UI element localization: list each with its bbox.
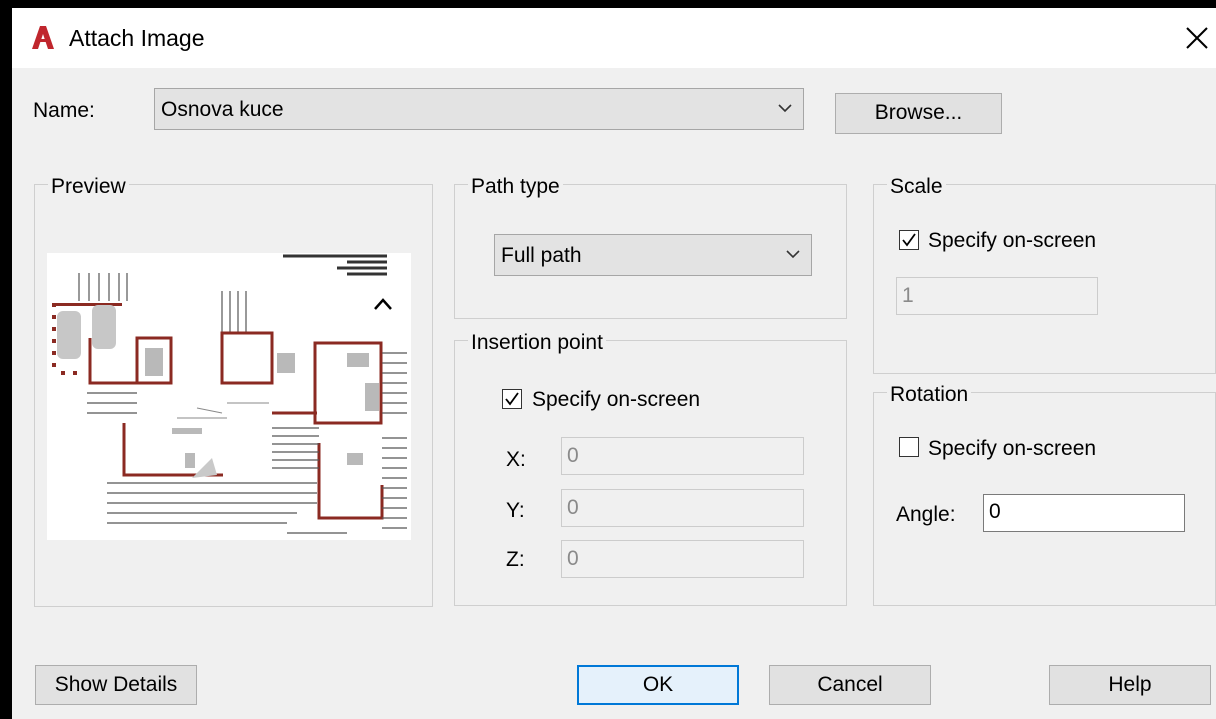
z-label: Z: xyxy=(506,548,525,571)
show-details-button[interactable]: Show Details xyxy=(35,665,197,705)
scale-field[interactable]: 1 xyxy=(896,277,1098,315)
name-label: Name: xyxy=(33,99,95,122)
path-type-title: Path type xyxy=(468,175,563,199)
browse-button[interactable]: Browse... xyxy=(835,93,1002,134)
window-title: Attach Image xyxy=(69,25,205,51)
close-icon[interactable] xyxy=(1176,18,1216,58)
chevron-down-icon xyxy=(778,104,792,113)
name-dropdown[interactable]: Osnova kuce xyxy=(154,88,804,130)
z-field[interactable]: 0 xyxy=(561,540,804,578)
check-icon xyxy=(505,392,519,406)
preview-image xyxy=(47,253,411,540)
cancel-button[interactable]: Cancel xyxy=(769,665,931,705)
path-type-dropdown[interactable]: Full path xyxy=(494,234,812,276)
autocad-logo-icon xyxy=(32,26,54,49)
scale-specify-label: Specify on-screen xyxy=(928,229,1097,252)
rotation-specify-label: Specify on-screen xyxy=(928,437,1097,460)
angle-label: Angle: xyxy=(896,503,956,526)
name-dropdown-value: Osnova kuce xyxy=(161,98,284,121)
check-icon xyxy=(902,233,916,247)
insertion-specify-label: Specify on-screen xyxy=(532,388,701,411)
help-button[interactable]: Help xyxy=(1049,665,1211,705)
x-field[interactable]: 0 xyxy=(561,437,804,475)
ok-button[interactable]: OK xyxy=(577,665,739,705)
y-field[interactable]: 0 xyxy=(561,489,804,527)
preview-title: Preview xyxy=(48,175,129,199)
rotation-specify-checkbox[interactable] xyxy=(899,437,919,457)
scale-title: Scale xyxy=(887,175,946,199)
insertion-specify-checkbox[interactable] xyxy=(502,389,522,409)
path-type-value: Full path xyxy=(501,244,582,267)
insertion-point-title: Insertion point xyxy=(468,331,606,355)
scale-specify-checkbox[interactable] xyxy=(899,230,919,250)
rotation-title: Rotation xyxy=(887,383,972,407)
attach-image-dialog: Attach Image Name: Osnova kuce Browse...… xyxy=(12,8,1216,719)
floor-plan-preview xyxy=(47,253,411,540)
x-label: X: xyxy=(506,448,526,471)
title-bar: Attach Image xyxy=(12,8,1216,68)
y-label: Y: xyxy=(506,499,525,522)
angle-field[interactable]: 0 xyxy=(983,494,1185,532)
chevron-down-icon xyxy=(786,250,800,259)
